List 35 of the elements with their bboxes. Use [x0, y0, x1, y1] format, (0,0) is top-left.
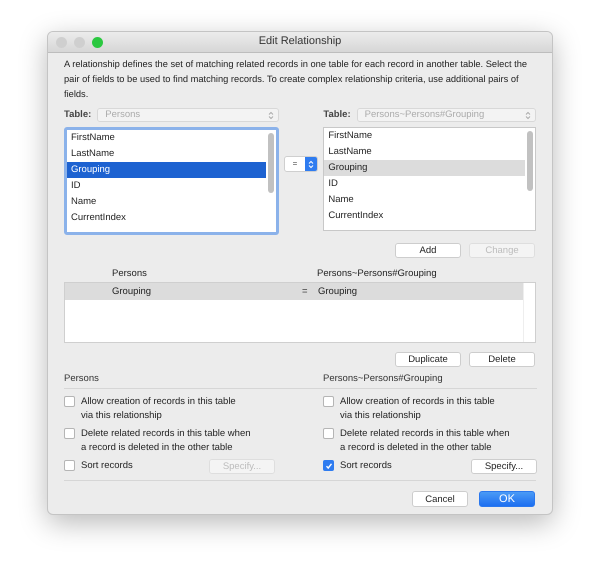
checkbox-label[interactable]: Allow creation of records in this table via this relationship [340, 395, 495, 424]
checkbox[interactable] [323, 396, 334, 408]
checkbox[interactable] [64, 460, 75, 472]
stepper-icon [525, 110, 531, 120]
checkbox[interactable] [323, 460, 334, 472]
cancel-button[interactable]: Cancel [412, 491, 468, 508]
stepper-icon [268, 110, 274, 120]
window-title: Edit Relationship [258, 35, 342, 49]
section-header: Persons~Persons#Grouping [323, 373, 444, 384]
table-label: Table: [64, 109, 92, 121]
checkbox-label[interactable]: Allow creation of records in this table via this relationship [81, 395, 236, 424]
ok-button[interactable]: OK [479, 491, 535, 508]
column-header: Persons [112, 268, 148, 280]
description-text: A relationship defines the set of matching related records in one table for each record in another table. Select the pair of fields to be used to find matching records. To create complex relationship criteria, use additional pairs of fields. [64, 58, 528, 101]
column-header: Persons~Persons#Grouping [317, 268, 437, 280]
checkbox-label[interactable]: Sort records [81, 459, 133, 474]
stepper-icon [308, 160, 314, 168]
zoom-button[interactable] [92, 37, 103, 48]
checkbox[interactable] [64, 428, 75, 440]
checkbox-label[interactable]: Sort records [340, 459, 392, 474]
action-button[interactable]: Duplicate [395, 352, 461, 367]
action-button[interactable]: Add [395, 243, 461, 258]
checkbox[interactable] [323, 428, 334, 440]
checkmark-icon [324, 462, 332, 470]
checkbox-label[interactable]: Delete related records in this table when a record is deleted in the other table [81, 427, 251, 456]
specify-button[interactable]: Specify... [471, 459, 537, 474]
section-header: Persons [64, 373, 100, 384]
checkbox-label[interactable]: Delete related records in this table when a record is deleted in the other table [340, 427, 510, 456]
criteria-row[interactable]: Grouping = Grouping [65, 283, 523, 300]
table-label: Table: [323, 109, 351, 121]
minimize-button[interactable] [74, 37, 85, 48]
operator-popup[interactable]: = [284, 156, 318, 172]
close-button[interactable] [56, 37, 67, 48]
checkbox[interactable] [64, 396, 75, 408]
action-button[interactable]: Delete [469, 352, 535, 367]
